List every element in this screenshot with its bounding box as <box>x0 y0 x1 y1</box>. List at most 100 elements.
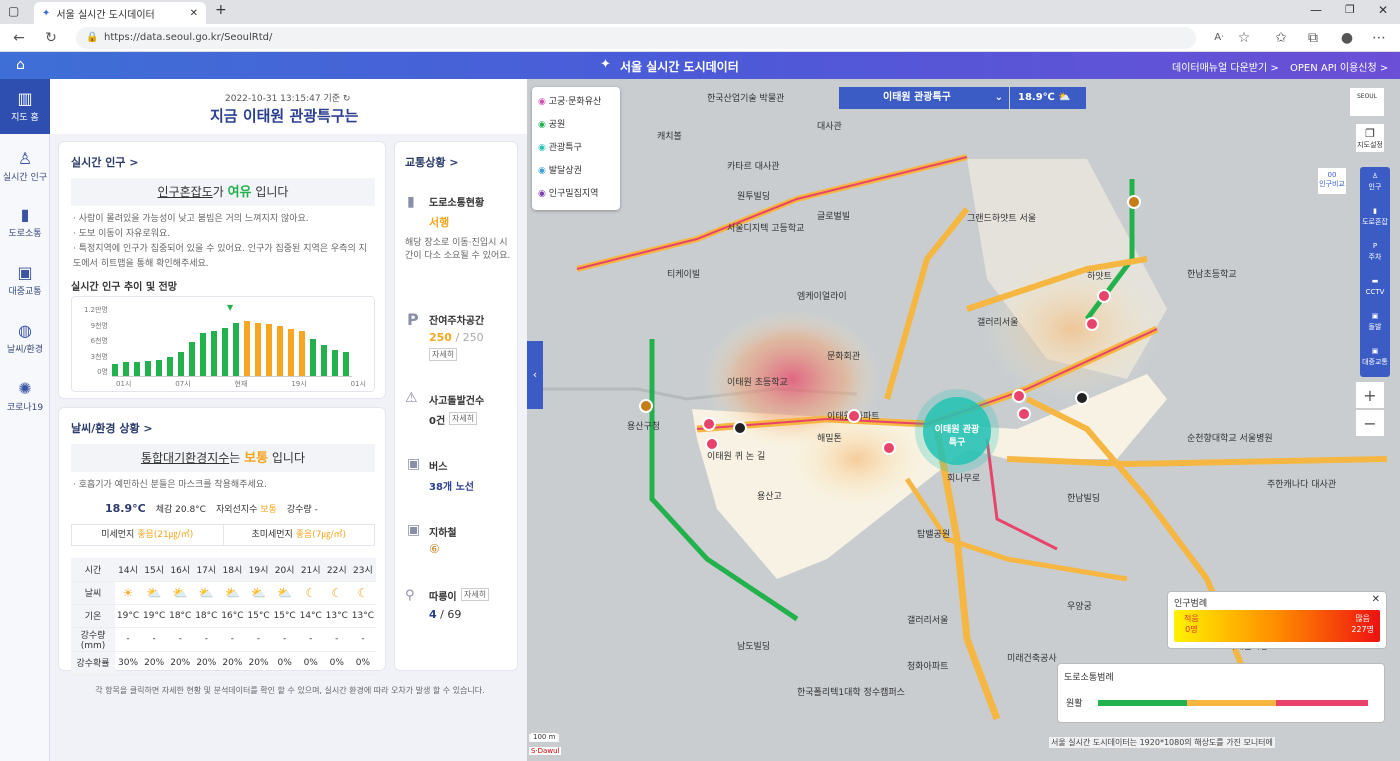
panel-collapse-button[interactable]: ‹ <box>527 341 543 409</box>
map-place-label: 청화아파트 <box>907 662 949 672</box>
layer-transit-button[interactable]: ▣ 대중교통 <box>1360 346 1390 381</box>
bike-station-pin[interactable] <box>1097 289 1111 303</box>
layers-icon: ❐ <box>1365 127 1375 140</box>
sidebar-item-population[interactable]: ♙ 실시간 인구 <box>0 149 50 183</box>
pm10-label: 미세먼지 <box>101 530 135 540</box>
population-legend-title: 인구범례 <box>1174 599 1208 609</box>
layer-incident-button[interactable]: ▣ 돌발 <box>1360 311 1390 346</box>
shop-pin[interactable] <box>882 441 896 455</box>
trend-bar <box>200 332 206 376</box>
population-card[interactable]: 실시간 인구 > 인구혼잡도가 여유 입니다 · 사람이 몰려있을 가능성이 낮… <box>58 141 386 399</box>
subway-line-badge[interactable]: ⑥ <box>429 542 440 556</box>
parking-value: 250 / 250 <box>429 331 484 344</box>
bus-icon: ▣ <box>1371 347 1379 355</box>
read-aloud-icon[interactable]: Aᐧ <box>1210 29 1228 47</box>
map-view[interactable]: 한국산업기술 박물관 캐치볼 대사관 카타르 대사관 원투빌딩 서울디지텍 고등학교 글로벌… <box>527 79 1400 761</box>
layer-population-button[interactable]: ♙ 인구 <box>1360 171 1390 206</box>
map-place-label: 우양궁 <box>1067 602 1092 612</box>
map-settings-button[interactable]: ❐ 지도설정 <box>1355 123 1385 153</box>
layer-road-button[interactable]: ▮ 도로혼잡 <box>1360 206 1390 241</box>
layer-label: CCTV <box>1365 288 1385 296</box>
desc-line-3: · 특정지역에 인구가 집중되어 있을 수 있어요. 인구가 집중된 지역은 우… <box>73 244 367 269</box>
sidebar-item-covid[interactable]: ✺ 코로나19 <box>0 379 50 413</box>
population-compare-button[interactable]: 00 인구비교 <box>1317 167 1347 195</box>
poi-legend-item[interactable]: ◉ 관광특구 <box>538 137 614 160</box>
parking-pin[interactable] <box>1075 391 1089 405</box>
subway-pin[interactable] <box>1127 195 1141 209</box>
layer-cctv-button[interactable]: ▬ CCTV <box>1360 276 1390 311</box>
shop-pin[interactable] <box>847 409 861 423</box>
open-api-link[interactable]: OPEN API 이용신청 > <box>1290 59 1388 74</box>
favorite-icon[interactable]: ☆ <box>1235 29 1253 47</box>
forecast-cell: 15°C <box>245 604 272 628</box>
collections-icon[interactable]: ⧉ <box>1304 29 1322 47</box>
traffic-title[interactable]: 교통상황 > <box>405 154 459 170</box>
bike-station-pin[interactable] <box>1017 407 1031 421</box>
bike-detail-button[interactable]: 자세히 <box>461 588 490 601</box>
bike-station-pin[interactable] <box>702 417 716 431</box>
bike-station-pin[interactable] <box>1012 389 1026 403</box>
weather-title[interactable]: 날씨/환경 상황 > <box>71 420 153 436</box>
subway-pin[interactable] <box>639 399 653 413</box>
new-tab-icon[interactable]: + <box>215 2 227 18</box>
bike-station-pin[interactable] <box>705 437 719 451</box>
desc-line-2: · 도보 이동이 자유로워요. <box>73 229 171 239</box>
site-title: 서울 실시간 도시데이터 <box>620 60 739 74</box>
refresh-icon[interactable]: ↻ <box>42 29 60 47</box>
trend-bar <box>244 321 250 376</box>
tab-actions-icon[interactable]: ▢ <box>8 4 19 18</box>
population-title[interactable]: 실시간 인구 > <box>71 154 138 170</box>
zoom-in-button[interactable]: + <box>1355 381 1385 409</box>
url-field[interactable]: 🔒 https://data.seoul.go.kr/SeoulRtd/ <box>76 27 1196 49</box>
parking-pin[interactable] <box>733 421 747 435</box>
place-select[interactable]: 이태원 관광특구 ⌄ <box>839 87 1009 109</box>
browser-tab[interactable]: ✦ 서울 실시간 도시데이터 ✕ <box>34 2 206 24</box>
weather-icon: ☾ <box>349 581 376 605</box>
hourly-forecast[interactable]: 시간 14시 15시 16시 17시 18시 19시 20시 21시 22시 23시 날씨 ☀ ⛅ ⛅ ⛅ ⛅ ⛅… <box>71 558 377 675</box>
close-tab-icon[interactable]: ✕ <box>190 8 198 19</box>
map-place-label: 티케이빌 <box>667 270 701 280</box>
traffic-card[interactable]: 교통상황 > ▮ 도로소통현황 서행 해당 장소로 이동·진입시 시간이 다소 … <box>394 141 518 671</box>
poi-legend-item[interactable]: ◉ 고궁·문화유산 <box>538 91 614 114</box>
weather-icon: ⛅ <box>193 581 220 605</box>
layer-parking-button[interactable]: P 주차 <box>1360 241 1390 276</box>
sidebar-item-map-home[interactable]: ▥ 지도 홈 <box>0 79 50 134</box>
close-window-icon[interactable]: ✕ <box>1378 3 1388 17</box>
forecast-row-label: 강수확률 <box>71 651 115 675</box>
profile-icon[interactable]: ● <box>1338 29 1356 47</box>
trend-chart[interactable]: 1.2만명 9천명 6천명 3천명 0명 ▼ 01시 07시 현재 19시 01시 <box>71 296 375 392</box>
home-icon[interactable]: ⌂ <box>16 57 25 73</box>
weather-card[interactable]: 날씨/환경 상황 > 통합대기환경지수는 보통 입니다 · 호흡기가 예민하신 … <box>58 407 386 675</box>
zoom-out-button[interactable]: − <box>1355 409 1385 437</box>
map-place-label: 갤러리서울 <box>907 616 949 626</box>
parking-detail-button[interactable]: 자세히 <box>429 348 458 361</box>
sidebar-item-road[interactable]: ▮ 도로소통 <box>0 205 50 239</box>
chevron-down-icon: ⌄ <box>994 92 1003 103</box>
minimize-icon[interactable]: — <box>1310 3 1322 17</box>
favorites-icon[interactable]: ✩ <box>1272 29 1290 47</box>
poi-legend-item[interactable]: ◉ 발달상권 <box>538 160 614 183</box>
traffic-light-icon: ▮ <box>20 205 30 224</box>
ytick: 0명 <box>97 368 108 376</box>
close-legend-icon[interactable]: ✕ <box>1372 594 1380 605</box>
sidebar-item-weather[interactable]: ◍ 날씨/환경 <box>0 321 50 355</box>
more-icon[interactable]: ⋯ <box>1370 29 1388 47</box>
sidebar-item-transit[interactable]: ▣ 대중교통 <box>0 263 50 297</box>
manual-download-link[interactable]: 데이터매뉴얼 다운받기 > <box>1172 59 1279 74</box>
forecast-cell: 20시 <box>271 558 298 582</box>
refresh-data-icon[interactable]: ↻ <box>343 94 351 104</box>
shop-pin[interactable] <box>1085 317 1099 331</box>
poi-legend-item[interactable]: ◉ 공원 <box>538 114 614 137</box>
weather-icon: ⛅ <box>141 581 168 605</box>
poi-legend-item[interactable]: ◉ 인구밀집지역 <box>538 183 614 206</box>
back-icon[interactable]: ← <box>10 29 28 47</box>
forecast-cell: 15시 <box>141 558 168 582</box>
maximize-icon[interactable]: ❐ <box>1345 3 1355 16</box>
air-value: 보통 <box>244 451 269 466</box>
bike-available: 4 <box>429 608 437 621</box>
incident-icon: ▣ <box>1371 312 1379 320</box>
heritage-pin-icon: ◉ <box>538 97 546 107</box>
forecast-row-label: 강수량(mm) <box>71 627 115 652</box>
accident-detail-button[interactable]: 자세히 <box>449 412 478 425</box>
trend-title: 실시간 인구 추이 및 전망 <box>71 282 177 293</box>
